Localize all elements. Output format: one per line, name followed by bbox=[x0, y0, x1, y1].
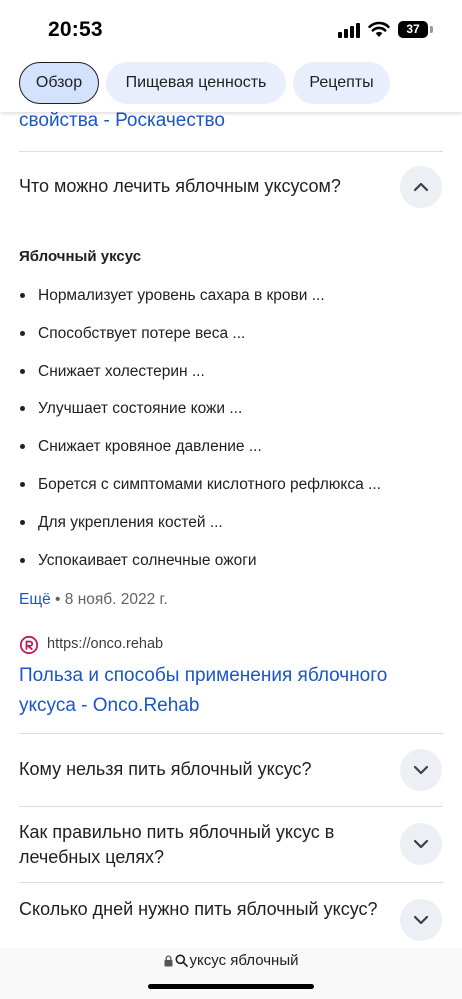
site-favicon-icon bbox=[19, 635, 39, 655]
divider bbox=[19, 151, 443, 152]
expand-button[interactable] bbox=[400, 749, 442, 791]
list-item: Для укрепления костей ... bbox=[19, 505, 439, 543]
result-title-link[interactable]: Польза и способы применения яблочного ук… bbox=[19, 661, 439, 721]
answer-title: Яблочный уксус bbox=[19, 248, 142, 265]
chevron-down-icon bbox=[413, 765, 429, 775]
cellular-signal-icon bbox=[338, 22, 362, 38]
divider bbox=[19, 733, 443, 734]
tab-nutrition[interactable]: Пищевая ценность bbox=[106, 62, 286, 104]
previous-result-link[interactable]: свойства - Роскачество bbox=[19, 110, 225, 132]
more-row: Ещё • 8 нояб. 2022 г. bbox=[19, 591, 168, 609]
faq-question-expanded[interactable]: Что можно лечить яблочным уксусом? bbox=[19, 174, 379, 199]
status-time: 20:53 bbox=[48, 18, 103, 41]
chevron-down-icon bbox=[413, 915, 429, 925]
list-item: Способствует потере веса ... bbox=[19, 316, 439, 354]
filter-tabs: Обзор Пищевая ценность Рецепты bbox=[0, 58, 462, 112]
list-item: Нормализует уровень сахара в крови ... bbox=[19, 278, 439, 316]
chevron-up-icon bbox=[413, 182, 429, 192]
address-text: уксус яблочный bbox=[189, 952, 299, 969]
list-item: Успокаивает солнечные ожоги bbox=[19, 543, 439, 581]
tab-recipes[interactable]: Рецепты bbox=[293, 62, 390, 104]
faq-question[interactable]: Кому нельзя пить яблочный уксус? bbox=[19, 757, 379, 782]
answer-list: Нормализует уровень сахара в крови ... С… bbox=[19, 278, 439, 580]
search-icon bbox=[175, 954, 188, 967]
address-bar[interactable]: уксус яблочный bbox=[0, 948, 462, 999]
divider bbox=[19, 806, 443, 807]
divider bbox=[19, 882, 443, 883]
battery-cap bbox=[430, 26, 433, 33]
publish-date: 8 нояб. 2022 г. bbox=[64, 591, 168, 608]
battery-icon: 37 bbox=[398, 21, 428, 38]
faq-question[interactable]: Как правильно пить яблочный уксус в лече… bbox=[19, 820, 379, 870]
collapse-button[interactable] bbox=[400, 166, 442, 208]
battery-level: 37 bbox=[406, 22, 420, 36]
expand-button[interactable] bbox=[400, 823, 442, 865]
lock-icon bbox=[164, 955, 173, 967]
status-bar: 20:53 37 bbox=[0, 0, 462, 58]
tab-overview[interactable]: Обзор bbox=[19, 62, 99, 104]
wifi-icon bbox=[368, 21, 390, 37]
list-item: Улучшает состояние кожи ... bbox=[19, 391, 439, 429]
chevron-down-icon bbox=[413, 839, 429, 849]
list-item: Снижает холестерин ... bbox=[19, 354, 439, 392]
source-url: https://onco.rehab bbox=[47, 636, 164, 652]
list-item: Борется с симптомами кислотного рефлюкса… bbox=[19, 467, 439, 505]
separator-dot: • bbox=[55, 591, 61, 608]
home-indicator bbox=[148, 984, 314, 989]
address-field[interactable]: уксус яблочный bbox=[0, 952, 462, 969]
faq-question[interactable]: Сколько дней нужно пить яблочный уксус? bbox=[19, 897, 379, 922]
more-link[interactable]: Ещё bbox=[19, 591, 51, 608]
expand-button[interactable] bbox=[400, 899, 442, 941]
list-item: Снижает кровяное давление ... bbox=[19, 429, 439, 467]
